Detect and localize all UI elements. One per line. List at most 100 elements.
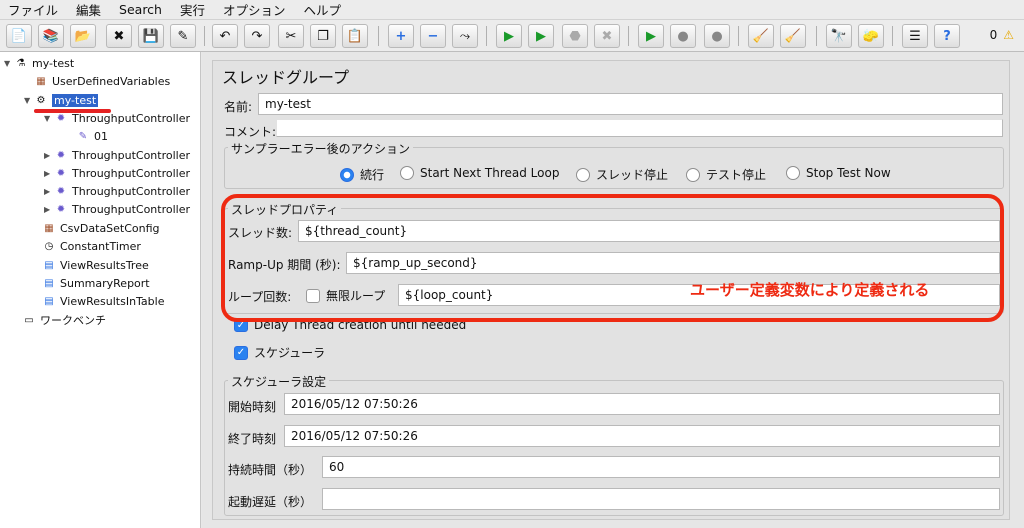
help-icon[interactable]: ? [934, 24, 960, 48]
error-count: 0 [989, 28, 998, 42]
warning-icon: ⚠ [1003, 28, 1014, 42]
sampler-icon: ✎ [78, 130, 88, 142]
radio-button[interactable] [786, 166, 800, 180]
undo-icon[interactable]: ↶ [212, 24, 238, 48]
tree-node-label: ThroughputController [72, 148, 191, 162]
tree-node-tc[interactable]: ▶ ✹ ThroughputController [44, 200, 190, 218]
tree-node-workbench[interactable]: ▭ ワークベンチ [22, 311, 106, 329]
open-icon[interactable]: 📂 [70, 24, 96, 48]
error-counter[interactable]: 0 ⚠ [990, 28, 1014, 42]
tree-node-listener[interactable]: ▤ SummaryReport [42, 274, 150, 292]
shutdown-icon[interactable]: ✖ [594, 24, 620, 48]
toggle-icon[interactable]: ⤳ [452, 24, 478, 48]
comment-field[interactable] [276, 119, 1003, 137]
stop-icon[interactable]: ⬣ [562, 24, 588, 48]
menu-search[interactable]: Search [119, 2, 162, 17]
controller-icon: ✹ [56, 149, 66, 161]
menu-file[interactable]: ファイル [8, 0, 58, 19]
radio-stop-thread[interactable]: スレッド停止 [576, 166, 668, 183]
clear-all-icon[interactable]: 🧹 [780, 24, 806, 48]
tree-node-root[interactable]: ▼ ⚗ my-test [4, 54, 74, 72]
controller-icon: ✹ [56, 112, 66, 124]
cut-icon[interactable]: ✂ [278, 24, 304, 48]
startup-delay-field[interactable] [322, 488, 1000, 510]
search-icon[interactable]: 🔭 [826, 24, 852, 48]
listener-icon: ▤ [44, 295, 54, 307]
copy-icon[interactable]: ❐ [310, 24, 336, 48]
tree-node-label: my-test [52, 93, 99, 107]
collapse-icon[interactable]: − [420, 24, 446, 48]
menu-edit[interactable]: 編集 [76, 0, 101, 19]
checkbox-checked[interactable]: ✓ [234, 345, 248, 360]
start-icon[interactable]: ▶ [496, 24, 522, 48]
end-time-field[interactable]: 2016/05/12 07:50:26 [284, 425, 1000, 447]
tree-node-sampler[interactable]: ✎ 01 [76, 127, 108, 145]
controller-icon: ✹ [56, 185, 66, 197]
tree-node-udv[interactable]: ▦ UserDefinedVariables [34, 72, 170, 90]
save-icon[interactable]: 💾 [138, 24, 164, 48]
collapse-arrow-icon[interactable]: ▼ [44, 114, 54, 123]
tree-node-tc[interactable]: ▶ ✹ ThroughputController [44, 182, 190, 200]
close-icon[interactable]: ✖ [106, 24, 132, 48]
duration-field[interactable]: 60 [322, 456, 1000, 478]
radio-stop-test[interactable]: テスト停止 [686, 166, 766, 183]
expand-arrow-icon[interactable]: ▶ [44, 151, 54, 160]
timer-icon: ◷ [44, 240, 54, 252]
menu-options[interactable]: オプション [223, 0, 286, 19]
clear-icon[interactable]: 🧹 [748, 24, 774, 48]
tree-node-csv[interactable]: ▦ CsvDataSetConfig [42, 219, 160, 237]
toolbar-separator [628, 26, 629, 46]
menu-run[interactable]: 実行 [180, 0, 205, 19]
tree-node-tc[interactable]: ▶ ✹ ThroughputController [44, 146, 190, 164]
radio-button[interactable] [400, 166, 414, 180]
config-icon: ▦ [44, 222, 54, 234]
start-time-label: 開始時刻 [228, 400, 277, 414]
annotation-text: ユーザー定義変数により定義される [690, 281, 930, 299]
function-helper-icon[interactable]: ☰ [902, 24, 928, 48]
listener-icon: ▤ [44, 259, 54, 271]
tree-node-label: ConstantTimer [60, 239, 141, 253]
collapse-arrow-icon[interactable]: ▼ [4, 59, 14, 68]
radio-label: Start Next Thread Loop [420, 166, 560, 180]
highlight-box-annotation [221, 194, 1004, 322]
toolbar-separator [486, 26, 487, 46]
tree-node-listener[interactable]: ▤ ViewResultsInTable [42, 292, 164, 310]
save-as-icon[interactable]: ✎ [170, 24, 196, 48]
page-title: スレッドグループ [222, 68, 350, 87]
new-icon[interactable]: 📄 [6, 24, 32, 48]
expand-arrow-icon[interactable]: ▶ [44, 187, 54, 196]
radio-stop-test-now[interactable]: Stop Test Now [786, 166, 891, 180]
radio-button[interactable] [576, 167, 590, 182]
toolbar-separator [378, 26, 379, 46]
tree-node-listener[interactable]: ▤ ViewResultsTree [42, 256, 148, 274]
remote-stop-icon[interactable]: ● [670, 24, 696, 48]
radio-continue[interactable]: 続行 [340, 166, 384, 183]
listener-icon: ▤ [44, 277, 54, 289]
name-field[interactable]: my-test [258, 93, 1003, 115]
scheduler-checkbox[interactable]: ✓ スケジューラ [234, 344, 325, 361]
radio-button-selected[interactable] [340, 167, 354, 182]
collapse-arrow-icon[interactable]: ▼ [24, 96, 34, 105]
expand-arrow-icon[interactable]: ▶ [44, 205, 54, 214]
radio-button[interactable] [686, 167, 700, 182]
tree-node-thread-group[interactable]: ▼ ⚙ my-test [24, 91, 99, 109]
expand-icon[interactable]: + [388, 24, 414, 48]
workbench-icon: ▭ [24, 314, 34, 326]
remote-start-icon[interactable]: ▶ [638, 24, 664, 48]
expand-arrow-icon[interactable]: ▶ [44, 169, 54, 178]
tree-node-label: SummaryReport [60, 276, 150, 290]
menu-help[interactable]: ヘルプ [304, 0, 342, 19]
templates-icon[interactable]: 📚 [38, 24, 64, 48]
tree-node-tc[interactable]: ▶ ✹ ThroughputController [44, 164, 190, 182]
startup-delay-label: 起動遅延（秒） [228, 495, 313, 509]
toolbar-separator [816, 26, 817, 46]
redo-icon[interactable]: ↷ [244, 24, 270, 48]
remote-shutdown-icon[interactable]: ● [704, 24, 730, 48]
tree-node-label: CsvDataSetConfig [60, 221, 160, 235]
start-no-pause-icon[interactable]: ▶ [528, 24, 554, 48]
tree-node-timer[interactable]: ◷ ConstantTimer [42, 237, 141, 255]
reset-search-icon[interactable]: 🧽 [858, 24, 884, 48]
radio-start-next-loop[interactable]: Start Next Thread Loop [400, 166, 559, 180]
start-time-field[interactable]: 2016/05/12 07:50:26 [284, 393, 1000, 415]
paste-icon[interactable]: 📋 [342, 24, 368, 48]
